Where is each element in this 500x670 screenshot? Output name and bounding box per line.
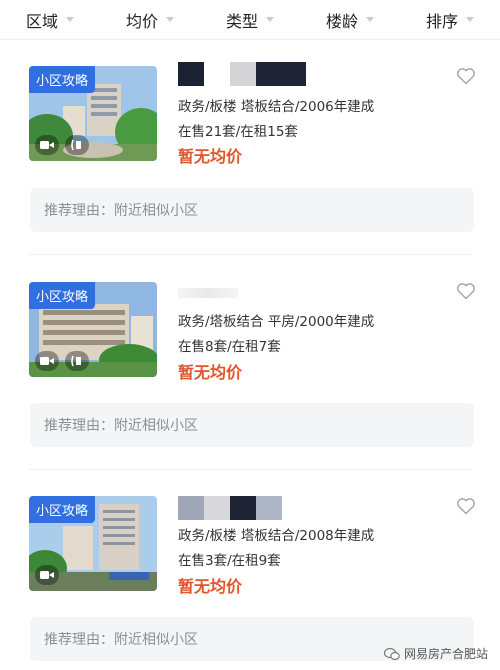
filter-price[interactable]: 均价 xyxy=(126,8,174,32)
video-icon[interactable] xyxy=(35,351,59,371)
recommend-reason: 推荐理由：附近相似小区 xyxy=(30,188,474,232)
listing-attributes: 政务/板楼 塔板结合/2006年建成 xyxy=(178,99,375,115)
caret-down-icon xyxy=(466,17,474,22)
listing-photo[interactable]: 小区攻略 xyxy=(29,496,157,591)
wechat-icon xyxy=(383,647,400,660)
caret-down-icon xyxy=(166,17,174,22)
listing-counts: 在售3套/在租9套 xyxy=(178,553,281,569)
filter-age[interactable]: 楼龄 xyxy=(326,8,374,32)
listing-price: 暂无均价 xyxy=(178,147,243,166)
heart-icon[interactable] xyxy=(456,497,476,515)
caret-down-icon xyxy=(66,17,74,22)
listing-counts: 在售21套/在租15套 xyxy=(178,124,298,140)
divider xyxy=(28,254,472,255)
filter-label: 均价 xyxy=(125,11,158,31)
heart-icon[interactable] xyxy=(456,282,476,300)
divider xyxy=(28,469,472,470)
vr-icon[interactable] xyxy=(65,351,89,371)
filter-label: 排序 xyxy=(425,11,458,31)
guide-badge: 小区攻略 xyxy=(29,282,96,309)
recommend-reason: 推荐理由：附近相似小区 xyxy=(30,403,474,447)
video-icon[interactable] xyxy=(35,565,59,585)
guide-badge: 小区攻略 xyxy=(29,66,96,93)
filter-area[interactable]: 区域 xyxy=(26,8,74,32)
filter-sort[interactable]: 排序 xyxy=(426,8,474,32)
filter-label: 楼龄 xyxy=(325,11,358,31)
listing-photo[interactable]: 小区攻略 xyxy=(29,66,157,161)
filter-bar: 区域 均价 类型 楼龄 排序 xyxy=(0,0,500,40)
listing-counts: 在售8套/在租7套 xyxy=(178,339,281,355)
filter-type[interactable]: 类型 xyxy=(226,8,274,32)
listing-price: 暂无均价 xyxy=(178,577,243,596)
video-icon[interactable] xyxy=(35,135,59,155)
heart-icon[interactable] xyxy=(456,67,476,85)
community-name-redacted xyxy=(178,288,238,298)
community-name-redacted xyxy=(178,62,306,86)
vr-icon[interactable] xyxy=(65,135,89,155)
listing-photo[interactable]: 小区攻略 xyxy=(29,282,157,377)
caret-down-icon xyxy=(266,17,274,22)
filter-label: 类型 xyxy=(225,11,258,31)
caret-down-icon xyxy=(366,17,374,22)
watermark-text: 网易房产合肥站 xyxy=(403,647,488,661)
listing-attributes: 政务/板楼 塔板结合/2008年建成 xyxy=(178,528,375,544)
listing-attributes: 政务/塔板结合 平房/2000年建成 xyxy=(178,314,375,330)
filter-label: 区域 xyxy=(25,11,58,31)
watermark: 网易房产合肥站 xyxy=(383,645,488,662)
guide-badge: 小区攻略 xyxy=(29,496,96,523)
community-name-redacted xyxy=(178,496,282,520)
listing-price: 暂无均价 xyxy=(178,363,243,382)
